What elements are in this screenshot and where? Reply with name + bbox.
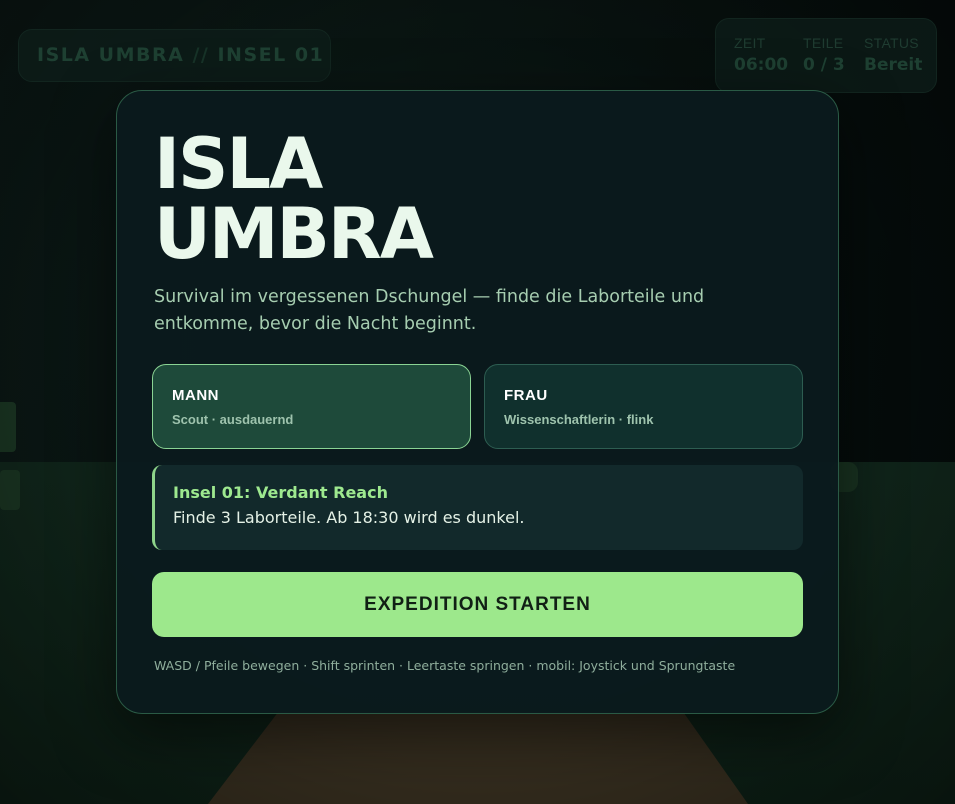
game-title: ISLA UMBRA [154, 129, 554, 269]
stat-time-value: 06:00 [734, 55, 789, 75]
hud-title-separator: // [192, 44, 210, 66]
game-subtitle: Survival im vergessenen Dschungel — find… [154, 287, 705, 334]
start-expedition-button[interactable]: EXPEDITION STARTEN [152, 572, 803, 637]
controls-hint: WASD / Pfeile bewegen · Shift sprinten ·… [154, 658, 736, 673]
stat-parts-label: TEILE [803, 35, 844, 51]
character-description: Wissenschaftlerin · flink [504, 412, 654, 427]
stat-parts-value: 0 / 3 [803, 55, 845, 75]
game-title-line-1: ISLA [154, 123, 323, 205]
stat-parts: TEILE 0 / 3 [803, 35, 864, 92]
mission-title: Insel 01: Verdant Reach [173, 483, 388, 502]
character-option-mann[interactable]: MANN Scout · ausdauernd [152, 364, 471, 449]
stat-status-value: Bereit [864, 55, 923, 75]
character-option-frau[interactable]: FRAU Wissenschaftlerin · flink [484, 364, 803, 449]
character-name: MANN [172, 387, 219, 404]
hud-game-name: ISLA UMBRA [37, 44, 185, 66]
mission-briefing: Insel 01: Verdant Reach Finde 3 Labortei… [152, 465, 803, 550]
stat-time: ZEIT 06:00 [734, 35, 803, 92]
stat-status-label: STATUS [864, 35, 919, 51]
character-description: Scout · ausdauernd [172, 412, 294, 427]
hud-title: ISLA UMBRA // INSEL 01 [18, 29, 331, 82]
mission-text: Finde 3 Laborteile. Ab 18:30 wird es dun… [173, 508, 525, 527]
start-menu-card: ISLA UMBRA Survival im vergessenen Dschu… [116, 90, 839, 714]
stat-time-label: ZEIT [734, 35, 766, 51]
hud-island-name: INSEL 01 [217, 44, 325, 66]
game-title-line-2: UMBRA [154, 193, 434, 275]
character-name: FRAU [504, 387, 548, 404]
stat-status: STATUS Bereit [864, 35, 922, 92]
hud-stats-panel: ZEIT 06:00 TEILE 0 / 3 STATUS Bereit [715, 18, 937, 93]
